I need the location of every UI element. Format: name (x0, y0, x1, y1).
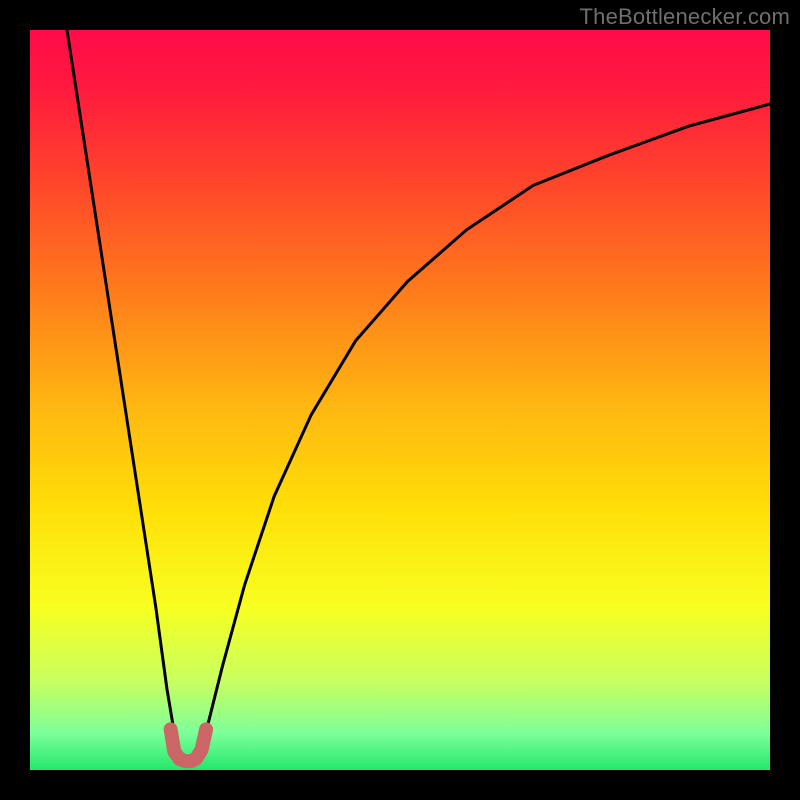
watermark-text: TheBottlenecker.com (580, 4, 790, 30)
plot-area (30, 30, 770, 770)
bottleneck-curve-left (67, 30, 180, 755)
bottleneck-curve-right (199, 104, 770, 755)
dip-marker-icon (171, 729, 207, 761)
curve-layer (30, 30, 770, 770)
outer-frame: TheBottlenecker.com (0, 0, 800, 800)
